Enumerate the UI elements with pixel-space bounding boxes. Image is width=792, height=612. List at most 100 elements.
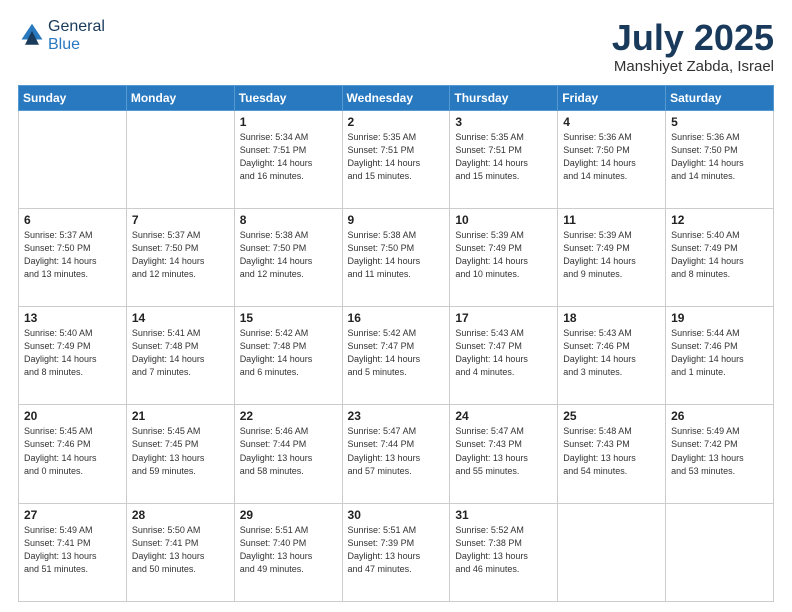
day-number: 29 bbox=[240, 508, 337, 522]
table-row: 11 Sunrise: 5:39 AMSunset: 7:49 PMDayligh… bbox=[558, 208, 666, 306]
table-row: 26 Sunrise: 5:49 AMSunset: 7:42 PMDayligh… bbox=[666, 405, 774, 503]
day-number: 12 bbox=[671, 213, 768, 227]
table-row: 1 Sunrise: 5:34 AMSunset: 7:51 PMDaylight… bbox=[234, 110, 342, 208]
table-row: 6 Sunrise: 5:37 AMSunset: 7:50 PMDaylight… bbox=[19, 208, 127, 306]
day-number: 25 bbox=[563, 409, 660, 423]
title-block: July 2025 Manshiyet Zabda, Israel bbox=[612, 18, 774, 75]
header-thursday: Thursday bbox=[450, 85, 558, 110]
day-info: Sunrise: 5:48 AMSunset: 7:43 PMDaylight:… bbox=[563, 425, 660, 477]
day-number: 9 bbox=[348, 213, 445, 227]
table-row bbox=[666, 503, 774, 601]
table-row: 17 Sunrise: 5:43 AMSunset: 7:47 PMDayligh… bbox=[450, 307, 558, 405]
day-info: Sunrise: 5:47 AMSunset: 7:43 PMDaylight:… bbox=[455, 425, 552, 477]
day-info: Sunrise: 5:34 AMSunset: 7:51 PMDaylight:… bbox=[240, 131, 337, 183]
day-number: 14 bbox=[132, 311, 229, 325]
day-info: Sunrise: 5:35 AMSunset: 7:51 PMDaylight:… bbox=[455, 131, 552, 183]
day-info: Sunrise: 5:42 AMSunset: 7:48 PMDaylight:… bbox=[240, 327, 337, 379]
table-row: 25 Sunrise: 5:48 AMSunset: 7:43 PMDayligh… bbox=[558, 405, 666, 503]
day-number: 22 bbox=[240, 409, 337, 423]
day-number: 15 bbox=[240, 311, 337, 325]
table-row: 28 Sunrise: 5:50 AMSunset: 7:41 PMDayligh… bbox=[126, 503, 234, 601]
header-wednesday: Wednesday bbox=[342, 85, 450, 110]
table-row: 23 Sunrise: 5:47 AMSunset: 7:44 PMDayligh… bbox=[342, 405, 450, 503]
day-number: 2 bbox=[348, 115, 445, 129]
table-row: 4Sunrise: 5:36 AMSunset: 7:50 PMDaylight… bbox=[558, 110, 666, 208]
calendar-week-3: 13Sunrise: 5:40 AMSunset: 7:49 PMDayligh… bbox=[19, 307, 774, 405]
calendar-week-4: 20 Sunrise: 5:45 AMSunset: 7:46 PMDayligh… bbox=[19, 405, 774, 503]
table-row bbox=[19, 110, 127, 208]
day-number: 26 bbox=[671, 409, 768, 423]
day-number: 28 bbox=[132, 508, 229, 522]
header-sunday: Sunday bbox=[19, 85, 127, 110]
header-friday: Friday bbox=[558, 85, 666, 110]
header-saturday: Saturday bbox=[666, 85, 774, 110]
day-info: Sunrise: 5:40 AMSunset: 7:49 PMDaylight:… bbox=[671, 229, 768, 281]
header-monday: Monday bbox=[126, 85, 234, 110]
table-row bbox=[558, 503, 666, 601]
calendar-week-5: 27 Sunrise: 5:49 AMSunset: 7:41 PMDayligh… bbox=[19, 503, 774, 601]
day-number: 7 bbox=[132, 213, 229, 227]
table-row: 14 Sunrise: 5:41 AMSunset: 7:48 PMDayligh… bbox=[126, 307, 234, 405]
title-location: Manshiyet Zabda, Israel bbox=[612, 58, 774, 75]
table-row: 7 Sunrise: 5:37 AMSunset: 7:50 PMDaylight… bbox=[126, 208, 234, 306]
day-info: Sunrise: 5:36 AMSunset: 7:50 PMDaylight:… bbox=[671, 131, 768, 183]
table-row: 20 Sunrise: 5:45 AMSunset: 7:46 PMDayligh… bbox=[19, 405, 127, 503]
day-number: 31 bbox=[455, 508, 552, 522]
logo-icon bbox=[18, 22, 46, 50]
table-row: 19 Sunrise: 5:44 AMSunset: 7:46 PMDayligh… bbox=[666, 307, 774, 405]
day-number: 11 bbox=[563, 213, 660, 227]
day-info: Sunrise: 5:46 AMSunset: 7:44 PMDaylight:… bbox=[240, 425, 337, 477]
day-number: 10 bbox=[455, 213, 552, 227]
day-info: Sunrise: 5:38 AMSunset: 7:50 PMDaylight:… bbox=[240, 229, 337, 281]
day-info: Sunrise: 5:43 AMSunset: 7:46 PMDaylight:… bbox=[563, 327, 660, 379]
day-number: 17 bbox=[455, 311, 552, 325]
table-row: 30Sunrise: 5:51 AMSunset: 7:39 PMDayligh… bbox=[342, 503, 450, 601]
logo-text: General Blue bbox=[48, 18, 105, 54]
day-number: 3 bbox=[455, 115, 552, 129]
day-number: 1 bbox=[240, 115, 337, 129]
page: General Blue July 2025 Manshiyet Zabda, … bbox=[0, 0, 792, 612]
table-row: 13Sunrise: 5:40 AMSunset: 7:49 PMDayligh… bbox=[19, 307, 127, 405]
day-number: 23 bbox=[348, 409, 445, 423]
calendar-week-2: 6 Sunrise: 5:37 AMSunset: 7:50 PMDaylight… bbox=[19, 208, 774, 306]
day-info: Sunrise: 5:35 AMSunset: 7:51 PMDaylight:… bbox=[348, 131, 445, 183]
day-info: Sunrise: 5:43 AMSunset: 7:47 PMDaylight:… bbox=[455, 327, 552, 379]
day-info: Sunrise: 5:49 AMSunset: 7:41 PMDaylight:… bbox=[24, 524, 121, 576]
day-info: Sunrise: 5:41 AMSunset: 7:48 PMDaylight:… bbox=[132, 327, 229, 379]
day-number: 16 bbox=[348, 311, 445, 325]
day-number: 6 bbox=[24, 213, 121, 227]
day-info: Sunrise: 5:39 AMSunset: 7:49 PMDaylight:… bbox=[563, 229, 660, 281]
table-row: 3 Sunrise: 5:35 AMSunset: 7:51 PMDaylight… bbox=[450, 110, 558, 208]
table-row: 21Sunrise: 5:45 AMSunset: 7:45 PMDayligh… bbox=[126, 405, 234, 503]
day-info: Sunrise: 5:45 AMSunset: 7:46 PMDaylight:… bbox=[24, 425, 121, 477]
table-row: 12 Sunrise: 5:40 AMSunset: 7:49 PMDayligh… bbox=[666, 208, 774, 306]
day-number: 20 bbox=[24, 409, 121, 423]
table-row: 27 Sunrise: 5:49 AMSunset: 7:41 PMDayligh… bbox=[19, 503, 127, 601]
day-number: 24 bbox=[455, 409, 552, 423]
day-number: 27 bbox=[24, 508, 121, 522]
table-row: 8Sunrise: 5:38 AMSunset: 7:50 PMDaylight… bbox=[234, 208, 342, 306]
day-info: Sunrise: 5:52 AMSunset: 7:38 PMDaylight:… bbox=[455, 524, 552, 576]
table-row: 5Sunrise: 5:36 AMSunset: 7:50 PMDaylight… bbox=[666, 110, 774, 208]
day-info: Sunrise: 5:50 AMSunset: 7:41 PMDaylight:… bbox=[132, 524, 229, 576]
table-row: 24 Sunrise: 5:47 AMSunset: 7:43 PMDayligh… bbox=[450, 405, 558, 503]
day-info: Sunrise: 5:47 AMSunset: 7:44 PMDaylight:… bbox=[348, 425, 445, 477]
day-info: Sunrise: 5:51 AMSunset: 7:39 PMDaylight:… bbox=[348, 524, 445, 576]
day-number: 21 bbox=[132, 409, 229, 423]
day-info: Sunrise: 5:36 AMSunset: 7:50 PMDaylight:… bbox=[563, 131, 660, 183]
day-info: Sunrise: 5:38 AMSunset: 7:50 PMDaylight:… bbox=[348, 229, 445, 281]
title-month: July 2025 bbox=[612, 18, 774, 58]
table-row: 10 Sunrise: 5:39 AMSunset: 7:49 PMDayligh… bbox=[450, 208, 558, 306]
table-row: 18Sunrise: 5:43 AMSunset: 7:46 PMDayligh… bbox=[558, 307, 666, 405]
day-info: Sunrise: 5:44 AMSunset: 7:46 PMDaylight:… bbox=[671, 327, 768, 379]
day-info: Sunrise: 5:39 AMSunset: 7:49 PMDaylight:… bbox=[455, 229, 552, 281]
day-number: 19 bbox=[671, 311, 768, 325]
day-info: Sunrise: 5:42 AMSunset: 7:47 PMDaylight:… bbox=[348, 327, 445, 379]
table-row: 15 Sunrise: 5:42 AMSunset: 7:48 PMDayligh… bbox=[234, 307, 342, 405]
day-info: Sunrise: 5:49 AMSunset: 7:42 PMDaylight:… bbox=[671, 425, 768, 477]
table-row: 2 Sunrise: 5:35 AMSunset: 7:51 PMDaylight… bbox=[342, 110, 450, 208]
day-info: Sunrise: 5:37 AMSunset: 7:50 PMDaylight:… bbox=[132, 229, 229, 281]
day-info: Sunrise: 5:37 AMSunset: 7:50 PMDaylight:… bbox=[24, 229, 121, 281]
table-row: 29Sunrise: 5:51 AMSunset: 7:40 PMDayligh… bbox=[234, 503, 342, 601]
header-tuesday: Tuesday bbox=[234, 85, 342, 110]
